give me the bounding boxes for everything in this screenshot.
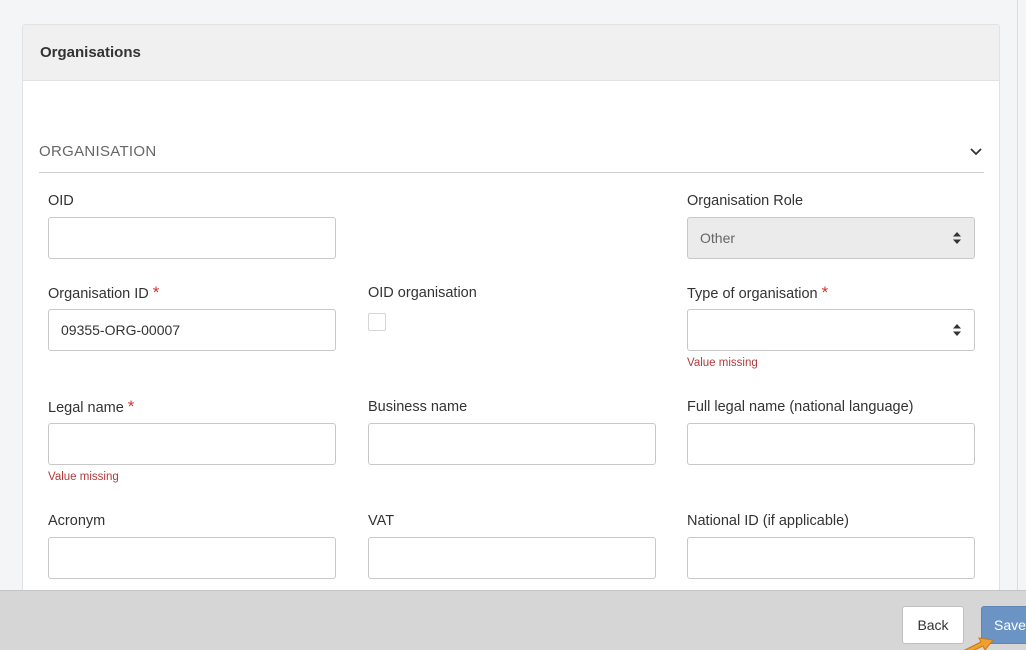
acronym-label: Acronym [48, 513, 106, 529]
legal-name-label: Legal name * [48, 397, 135, 416]
oid-organisation-checkbox[interactable] [368, 313, 386, 331]
full-legal-name-label: Full legal name (national language) [687, 399, 914, 415]
national-id-input[interactable] [687, 537, 975, 579]
legal-name-input[interactable] [48, 423, 336, 465]
business-name-field: Business name [368, 397, 656, 465]
type-of-organisation-label: Type of organisation * [687, 283, 829, 302]
organisations-card: Organisations ORGANISATION OID Organisat… [22, 24, 1000, 644]
required-asterisk: * [127, 397, 135, 416]
oid-field: OID [48, 191, 336, 259]
organisation-id-label: Organisation ID * [48, 283, 160, 302]
national-id-label: National ID (if applicable) [687, 513, 849, 529]
organisation-role-select[interactable]: Other [687, 217, 975, 259]
organisation-id-field: Organisation ID * [48, 283, 336, 351]
oid-label: OID [48, 193, 74, 209]
oid-input[interactable] [48, 217, 336, 259]
sort-updown-icon [953, 324, 961, 336]
sort-updown-icon [953, 232, 961, 244]
vat-label: VAT [368, 513, 395, 529]
card-header: Organisations [23, 25, 999, 81]
national-id-field: National ID (if applicable) [687, 511, 975, 579]
type-of-organisation-select[interactable] [687, 309, 975, 351]
chevron-down-icon[interactable] [968, 144, 984, 160]
type-of-organisation-error: Value missing [687, 357, 758, 369]
oid-organisation-field: OID organisation [368, 283, 477, 331]
full-legal-name-input[interactable] [687, 423, 975, 465]
legal-name-field: Legal name * Value missing [48, 397, 336, 483]
type-of-organisation-field: Type of organisation * Value missing [687, 283, 975, 369]
section-title: ORGANISATION [39, 143, 157, 160]
required-asterisk: * [821, 283, 829, 302]
vat-field: VAT [368, 511, 656, 579]
business-name-input[interactable] [368, 423, 656, 465]
form-footer: Back Save [0, 590, 1026, 650]
card-title: Organisations [40, 44, 141, 61]
organisation-role-field: Organisation Role Other [687, 191, 975, 259]
pointer-arrow-icon [963, 637, 994, 650]
oid-organisation-label: OID organisation [368, 285, 477, 301]
full-legal-name-field: Full legal name (national language) [687, 397, 975, 465]
organisation-role-value: Other [700, 230, 736, 246]
organisation-role-label: Organisation Role [687, 193, 804, 209]
vat-input[interactable] [368, 537, 656, 579]
legal-name-error: Value missing [48, 471, 119, 483]
business-name-label: Business name [368, 399, 468, 415]
acronym-input[interactable] [48, 537, 336, 579]
organisation-section-header[interactable]: ORGANISATION [39, 131, 984, 173]
organisation-id-input[interactable] [48, 309, 336, 351]
acronym-field: Acronym [48, 511, 336, 579]
scrollbar-track [1017, 0, 1018, 590]
required-asterisk: * [152, 283, 160, 302]
